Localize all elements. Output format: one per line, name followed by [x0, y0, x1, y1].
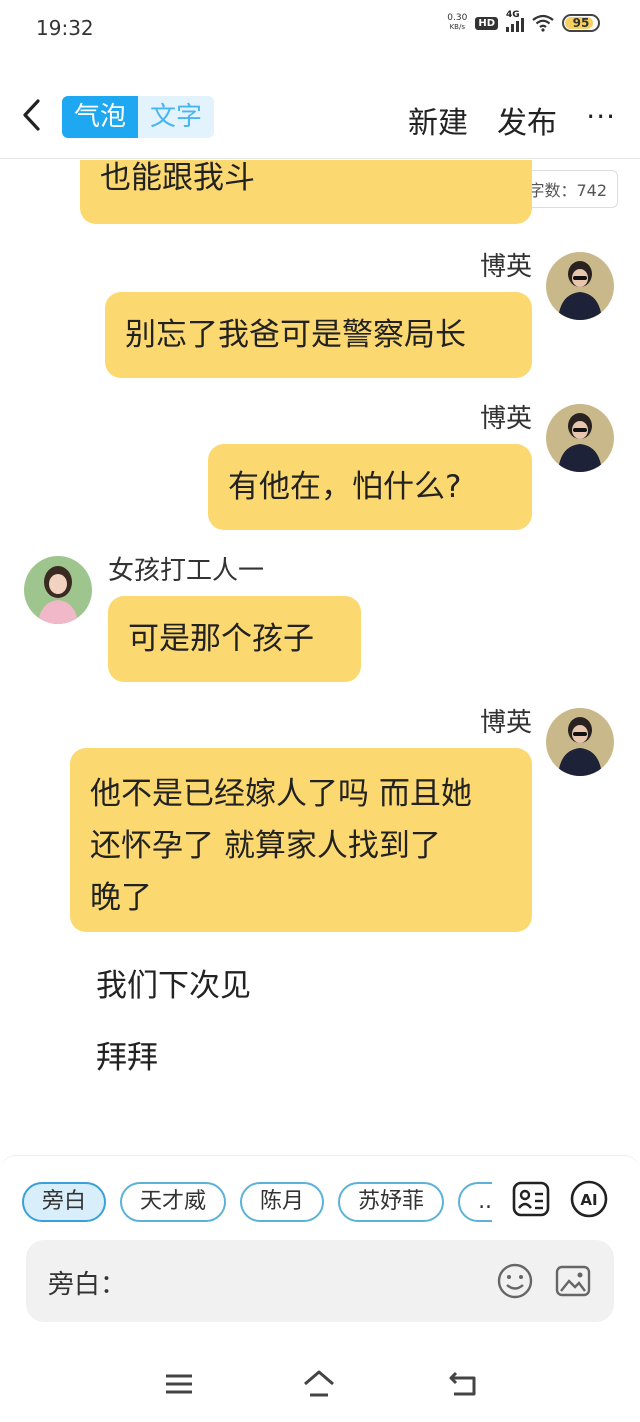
narration-text[interactable]: 拜拜 [96, 1032, 158, 1077]
battery-level: 95 [572, 16, 590, 30]
role-card-icon[interactable] [512, 1180, 550, 1218]
status-bar: 19:32 0.30 KB/s HD 4G 95 [0, 0, 640, 60]
home-icon[interactable] [302, 1367, 336, 1401]
message-text-line: 晚了 [90, 880, 152, 916]
message-text: 别忘了我爸可是警察局长 [125, 317, 466, 353]
back-icon[interactable] [18, 98, 48, 132]
role-chip-narration[interactable]: 旁白 [22, 1182, 107, 1222]
svg-text:AI: AI [580, 1191, 597, 1209]
status-time: 19:32 [36, 16, 94, 40]
avatar[interactable] [546, 404, 614, 472]
ai-icon[interactable]: AI [570, 1180, 608, 1218]
sender-name: 博英 [479, 708, 532, 738]
message-text: 有他在，怕什么? [228, 469, 462, 505]
emoji-icon[interactable] [496, 1262, 534, 1300]
sender-name: 女孩打工人一 [108, 556, 265, 586]
image-icon[interactable] [554, 1262, 592, 1300]
message-input[interactable]: 旁白： [26, 1240, 614, 1322]
message-text-line: 还怀孕了 就算家人找到了 [90, 828, 441, 864]
text-mode-tab[interactable]: 文字 [138, 96, 214, 138]
wifi-icon [532, 14, 554, 32]
message-bubble[interactable]: 可是那个孩子 [108, 596, 361, 682]
back-nav-icon[interactable] [446, 1367, 480, 1401]
sender-name: 博英 [479, 252, 532, 282]
avatar[interactable] [24, 556, 92, 624]
message-text: 也能跟我斗 [100, 160, 255, 196]
network-type: 4G [506, 10, 520, 20]
composer-panel: 旁白 天才威 陈月 苏妤菲 ... AI 旁白： [0, 1155, 640, 1346]
role-chip[interactable]: 陈月 [240, 1182, 325, 1222]
avatar[interactable] [546, 708, 614, 776]
sender-name: 博英 [479, 404, 532, 434]
publish-button[interactable]: 发布 [497, 98, 557, 142]
input-role-prefix: 旁白： [48, 1270, 127, 1300]
narration-text[interactable]: 我们下次见 [96, 960, 251, 1005]
role-chip[interactable]: 苏妤菲 [338, 1182, 445, 1222]
menu-icon[interactable] [162, 1367, 196, 1401]
more-menu-button[interactable]: ··· [586, 100, 616, 133]
avatar[interactable] [546, 252, 614, 320]
chat-area: 字数：742 也能跟我斗 博英 别忘了我爸可是警察局长 博英 有他在，怕什么? [0, 160, 640, 1155]
net-speed-value: 0.30 [447, 13, 468, 23]
word-count-badge: 字数：742 [517, 170, 618, 208]
role-chip[interactable]: ... [458, 1182, 492, 1222]
mode-toggle: 气泡 文字 [62, 96, 214, 138]
message-text: 可是那个孩子 [128, 621, 314, 657]
hd-icon: HD [475, 16, 498, 30]
message-bubble[interactable]: 别忘了我爸可是警察局长 [105, 292, 532, 378]
battery-icon: 95 [562, 14, 600, 32]
top-toolbar: 气泡 文字 新建 发布 ··· [0, 86, 640, 159]
message-bubble[interactable]: 有他在，怕什么? [208, 444, 532, 530]
bubble-mode-tab[interactable]: 气泡 [62, 96, 138, 138]
new-button[interactable]: 新建 [408, 98, 468, 142]
message-text-line: 他不是已经嫁人了吗 而且她 [90, 776, 472, 812]
net-speed-unit: KB/s [449, 23, 465, 31]
system-navigation-bar [0, 1345, 640, 1422]
signal-icon: 4G [506, 10, 524, 32]
role-chip[interactable]: 天才威 [120, 1182, 227, 1222]
message-bubble[interactable]: 也能跟我斗 [80, 160, 532, 224]
network-speed: 0.30 KB/s [447, 14, 467, 32]
message-bubble[interactable]: 他不是已经嫁人了吗 而且她 还怀孕了 就算家人找到了 晚了 [70, 748, 532, 932]
role-chip-bar: 旁白 天才威 陈月 苏妤菲 ... [22, 1182, 492, 1222]
